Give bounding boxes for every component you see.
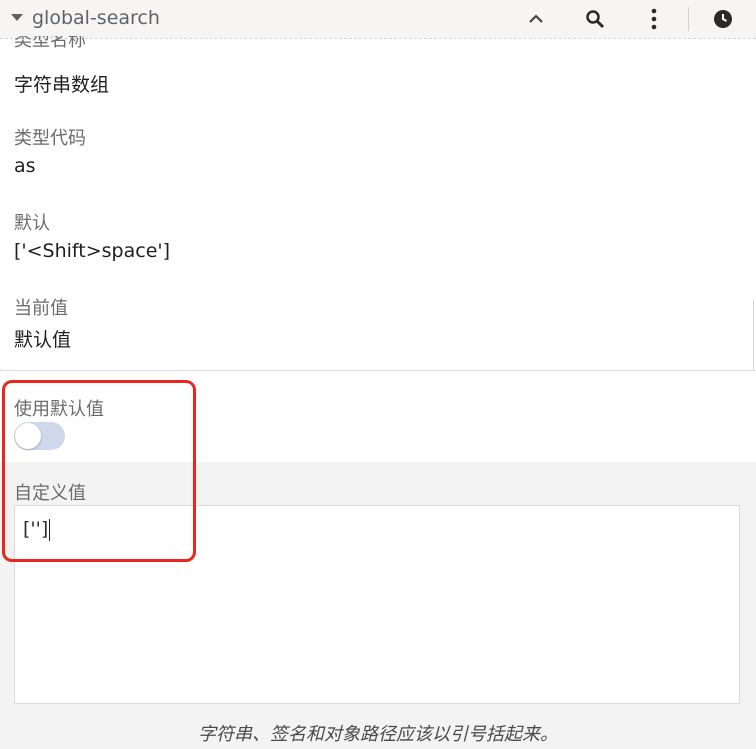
current-value: 默认值 [14,329,72,351]
header-separator [688,7,689,31]
hint-text: 字符串、签名和对象路径应该以引号括起来。 [198,724,558,745]
type-name-value: 字符串数组 [14,74,110,96]
kebab-menu-icon[interactable] [643,8,665,30]
default-label: 默认 [14,213,50,234]
header-bar: global-search [0,0,756,38]
section-border [753,300,754,370]
type-code-value: as [14,155,36,177]
highlight-annotation [2,380,196,562]
chevron-up-icon[interactable] [525,8,547,30]
type-code-label: 类型代码 [14,128,86,149]
type-name-label: 类型名称 [14,36,86,51]
default-value: ['<Shift>space'] [14,240,171,262]
section-toggle[interactable]: global-search [10,7,160,29]
search-icon[interactable] [584,8,606,30]
clock-icon[interactable] [712,8,734,30]
scroll-shadow [0,38,756,51]
triangle-down-icon[interactable] [10,9,24,28]
current-value-label: 当前值 [14,298,68,319]
panel-title: global-search [32,7,160,29]
